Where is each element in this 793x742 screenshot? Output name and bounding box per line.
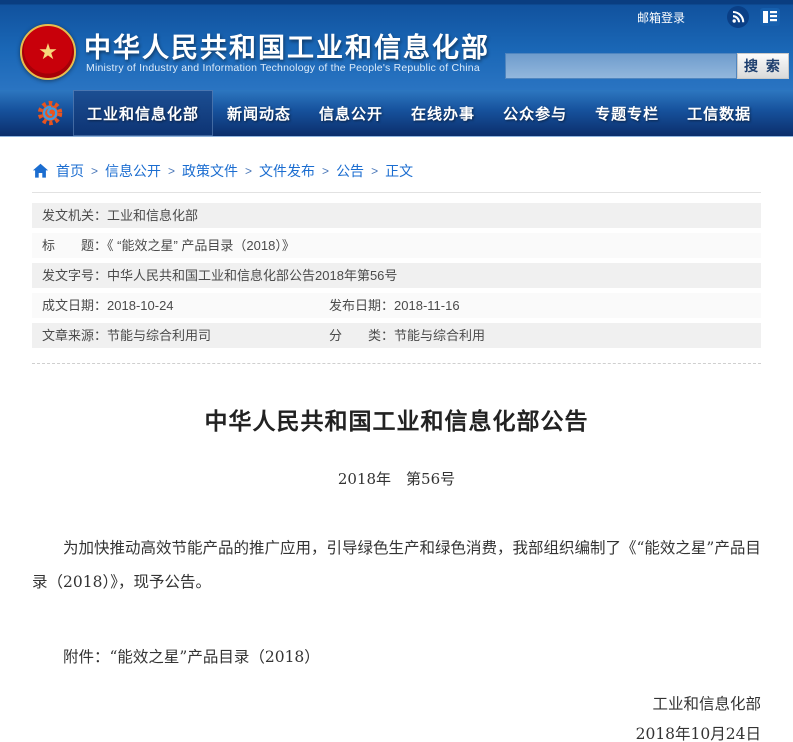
breadcrumb-separator: > [168, 164, 175, 178]
breadcrumb-doc-release[interactable]: 文件发布 [259, 161, 315, 181]
nav-item-online-services[interactable]: 在线办事 [397, 90, 489, 136]
home-icon[interactable] [32, 163, 49, 179]
nav-item-special-topics[interactable]: 专题专栏 [581, 90, 673, 136]
nav-item-public-participation[interactable]: 公众参与 [489, 90, 581, 136]
breadcrumb-info-disclosure[interactable]: 信息公开 [105, 161, 161, 181]
site-subtitle: Ministry of Industry and Information Tec… [86, 62, 480, 74]
breadcrumb-policy-docs[interactable]: 政策文件 [182, 161, 238, 181]
article-sign-date: 2018年10月24日 [32, 719, 761, 742]
breadcrumb-divider [32, 192, 761, 193]
nav-items: 工业和信息化部 新闻动态 信息公开 在线办事 公众参与 专题专栏 工信数据 [73, 90, 761, 136]
meta-cell: 发布日期：2018-11-16 [329, 293, 761, 318]
meta-row-dates: 成文日期：2018-10-24 发布日期：2018-11-16 [32, 293, 761, 318]
site-header: ★ 中华人民共和国工业和信息化部 Ministry of Industry an… [0, 0, 793, 90]
miit-gear-logo-icon [36, 98, 66, 128]
breadcrumb-separator: > [245, 164, 252, 178]
page: ★ 中华人民共和国工业和信息化部 Ministry of Industry an… [0, 0, 793, 742]
breadcrumb-home[interactable]: 首页 [56, 161, 84, 181]
breadcrumb-separator: > [371, 164, 378, 178]
meta-cell: 发文字号：中华人民共和国工业和信息化部公告2018年第56号 [42, 263, 397, 288]
article-signer: 工业和信息化部 [32, 689, 761, 719]
newspaper-grid-icon[interactable] [759, 6, 781, 28]
article: 中华人民共和国工业和信息化部公告 2018年 第56号 为加快推动高效节能产品的… [0, 364, 793, 742]
breadcrumb: 首页 > 信息公开 > 政策文件 > 文件发布 > 公告 > 正文 [32, 161, 793, 181]
mail-login-link[interactable]: 邮箱登录 [637, 9, 685, 26]
meta-cell: 标 题：《 “能效之星” 产品目录（2018）》 [42, 233, 295, 258]
meta-cell: 成文日期：2018-10-24 [42, 293, 174, 318]
breadcrumb-current: 正文 [385, 161, 413, 181]
nav-item-info-disclosure[interactable]: 信息公开 [305, 90, 397, 136]
meta-row-issuing-agency: 发文机关：工业和信息化部 [32, 203, 761, 228]
meta-cell: 文章来源：节能与综合利用司 [42, 323, 211, 348]
article-attachment: 附件：“能效之星”产品目录（2018） [32, 645, 761, 667]
meta-row-title: 标 题：《 “能效之星” 产品目录（2018）》 [32, 233, 761, 258]
breadcrumb-announcement[interactable]: 公告 [336, 161, 364, 181]
main-nav: 工业和信息化部 新闻动态 信息公开 在线办事 公众参与 专题专栏 工信数据 [0, 90, 793, 137]
site-title: 中华人民共和国工业和信息化部 [84, 26, 490, 65]
article-issue-number: 2018年 第56号 [32, 468, 761, 489]
search-input[interactable] [505, 53, 737, 79]
article-paragraph: 为加快推动高效节能产品的推广应用，引导绿色生产和绿色消费，我部组织编制了《“能效… [32, 531, 761, 599]
nav-item-miit[interactable]: 工业和信息化部 [73, 90, 213, 136]
breadcrumb-separator: > [322, 164, 329, 178]
breadcrumb-separator: > [91, 164, 98, 178]
rss-icon[interactable] [727, 6, 749, 28]
document-meta: 发文机关：工业和信息化部 标 题：《 “能效之星” 产品目录（2018）》 发文… [32, 203, 761, 353]
meta-row-source-category: 文章来源：节能与综合利用司 分 类：节能与综合利用 [32, 323, 761, 348]
search-button[interactable]: 搜 索 [737, 53, 789, 79]
article-title: 中华人民共和国工业和信息化部公告 [32, 402, 761, 436]
nav-item-news[interactable]: 新闻动态 [213, 90, 305, 136]
meta-cell: 发文机关：工业和信息化部 [42, 203, 198, 228]
article-signature: 工业和信息化部 2018年10月24日 [32, 689, 761, 742]
meta-cell: 分 类：节能与综合利用 [329, 323, 761, 348]
national-emblem-icon: ★ [20, 24, 76, 80]
search-bar: 搜 索 [505, 53, 789, 79]
meta-row-doc-number: 发文字号：中华人民共和国工业和信息化部公告2018年第56号 [32, 263, 761, 288]
nav-item-data[interactable]: 工信数据 [673, 90, 765, 136]
